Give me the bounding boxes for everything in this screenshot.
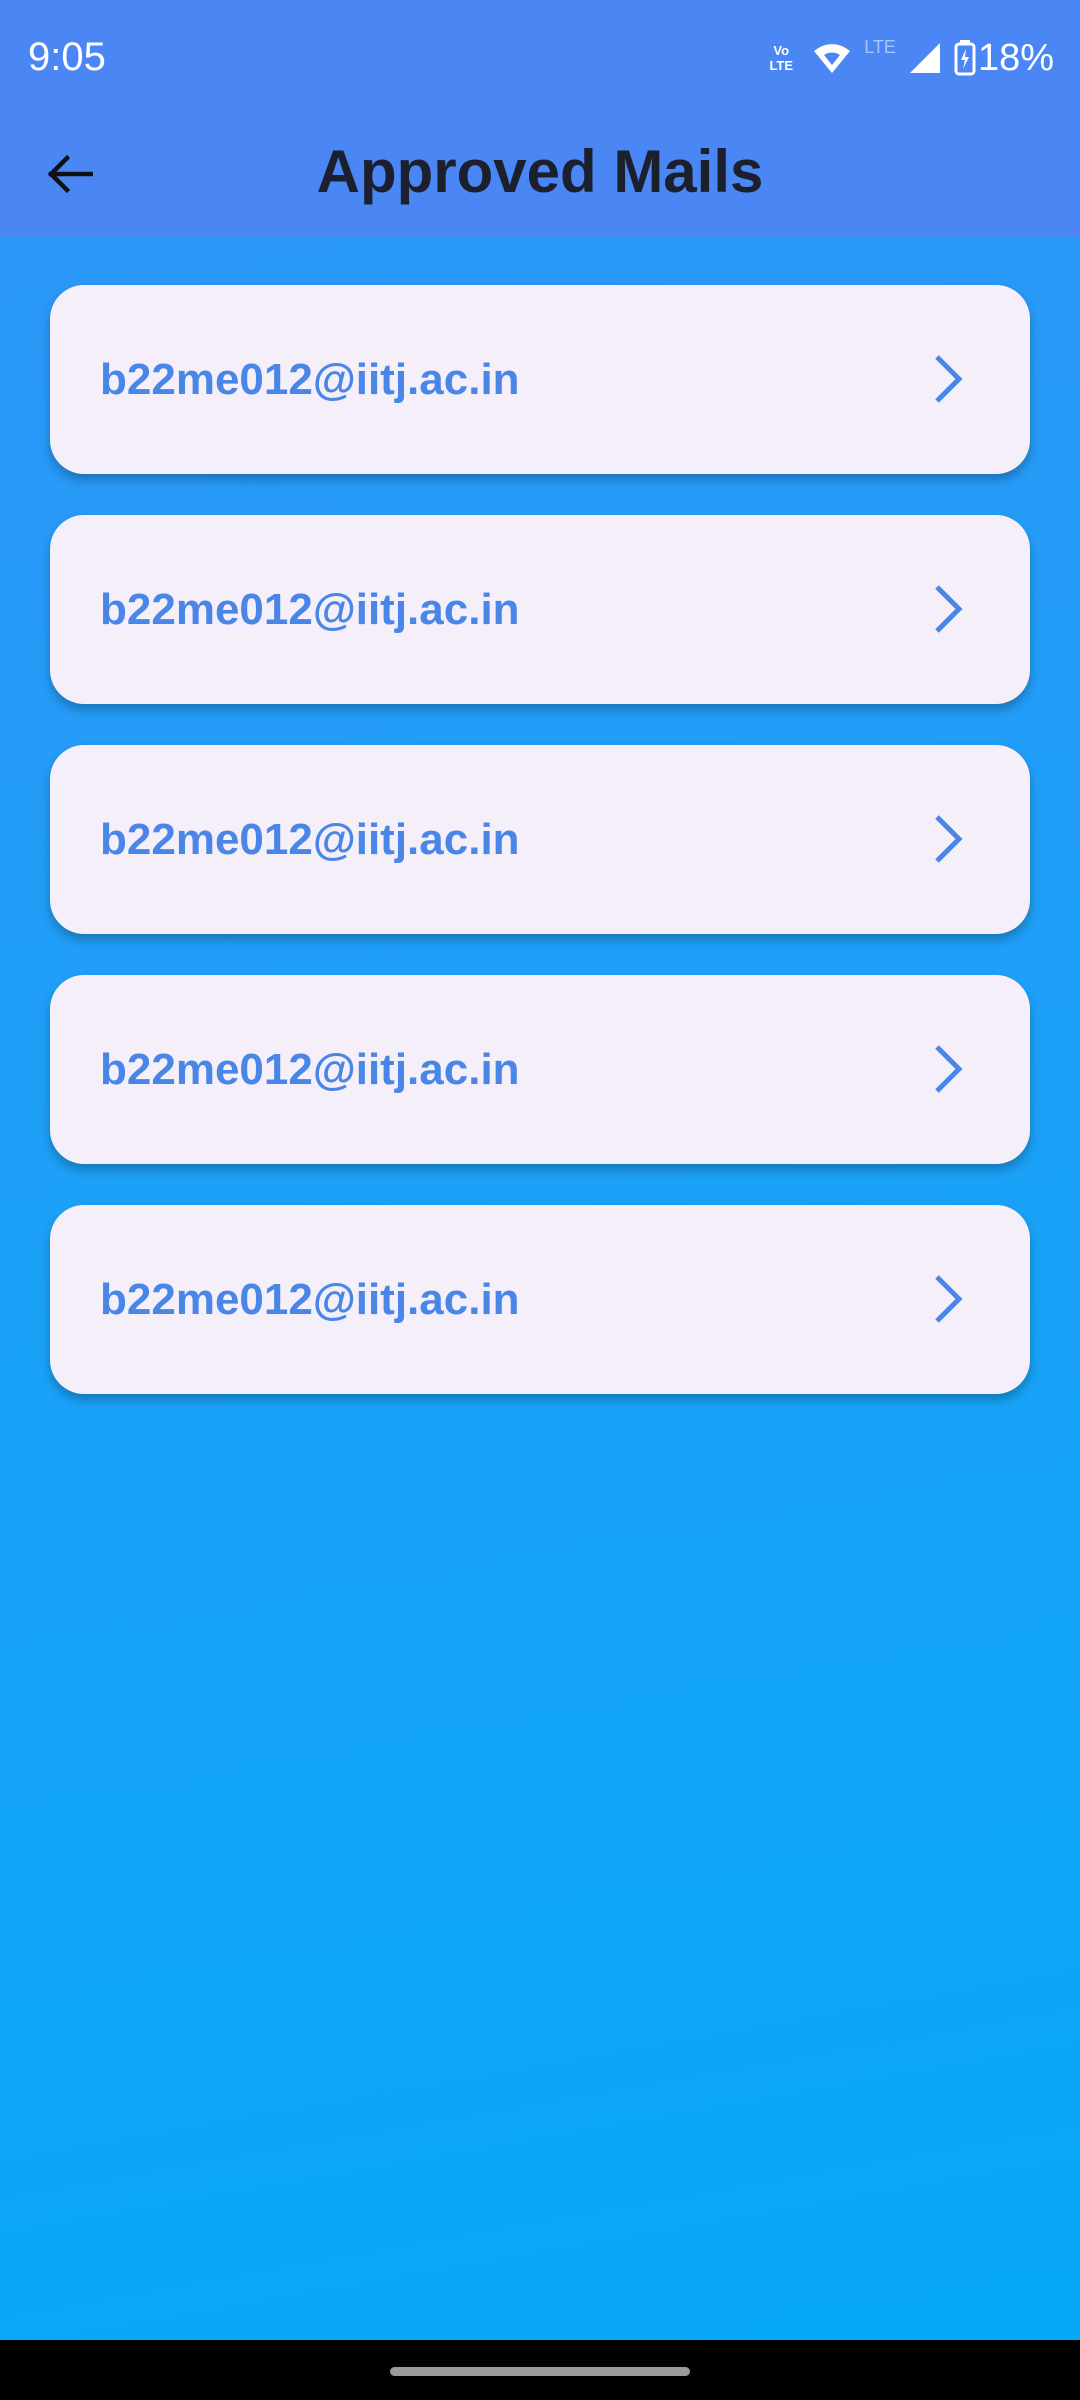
approved-mail-list: b22me012@iitj.ac.in b22me012@iitj.ac.in … bbox=[50, 285, 1030, 1435]
chevron-right-icon bbox=[935, 1275, 963, 1323]
mail-list-item[interactable]: b22me012@iitj.ac.in bbox=[50, 745, 1030, 934]
app-bar: Approved Mails bbox=[0, 118, 1080, 238]
battery-icon bbox=[954, 40, 976, 76]
home-gesture-handle[interactable] bbox=[390, 2367, 690, 2376]
mail-list-item[interactable]: b22me012@iitj.ac.in bbox=[50, 1205, 1030, 1394]
chevron-right-icon bbox=[935, 1045, 963, 1093]
status-icons: Vo LTE LTE 18% bbox=[750, 30, 1054, 86]
mail-list-item[interactable]: b22me012@iitj.ac.in bbox=[50, 975, 1030, 1164]
mail-address: b22me012@iitj.ac.in bbox=[100, 815, 520, 864]
mail-address: b22me012@iitj.ac.in bbox=[100, 1275, 520, 1324]
status-time: 9:05 bbox=[28, 35, 106, 79]
mail-list-item[interactable]: b22me012@iitj.ac.in bbox=[50, 515, 1030, 704]
cell-signal-icon bbox=[909, 43, 940, 73]
page-title: Approved Mails bbox=[316, 138, 764, 205]
screen: 9:05 Vo LTE LTE 18% Approved Mails b22me… bbox=[0, 0, 1080, 2400]
volte-bottom-label: LTE bbox=[769, 58, 794, 73]
wifi-icon bbox=[814, 44, 851, 73]
mail-address: b22me012@iitj.ac.in bbox=[100, 355, 520, 404]
chevron-right-icon bbox=[935, 815, 963, 863]
battery-percent: 18% bbox=[977, 37, 1054, 79]
status-bar: 9:05 Vo LTE LTE 18% bbox=[0, 0, 1080, 118]
lte-label: LTE bbox=[864, 36, 896, 57]
system-navigation-bar bbox=[0, 2340, 1080, 2400]
volte-top-label: Vo bbox=[773, 43, 790, 58]
chevron-right-icon bbox=[935, 585, 963, 633]
mail-address: b22me012@iitj.ac.in bbox=[100, 1045, 520, 1094]
mail-list-item[interactable]: b22me012@iitj.ac.in bbox=[50, 285, 1030, 474]
mail-address: b22me012@iitj.ac.in bbox=[100, 585, 520, 634]
chevron-right-icon bbox=[935, 355, 963, 403]
volte-icon: Vo LTE bbox=[762, 43, 800, 73]
